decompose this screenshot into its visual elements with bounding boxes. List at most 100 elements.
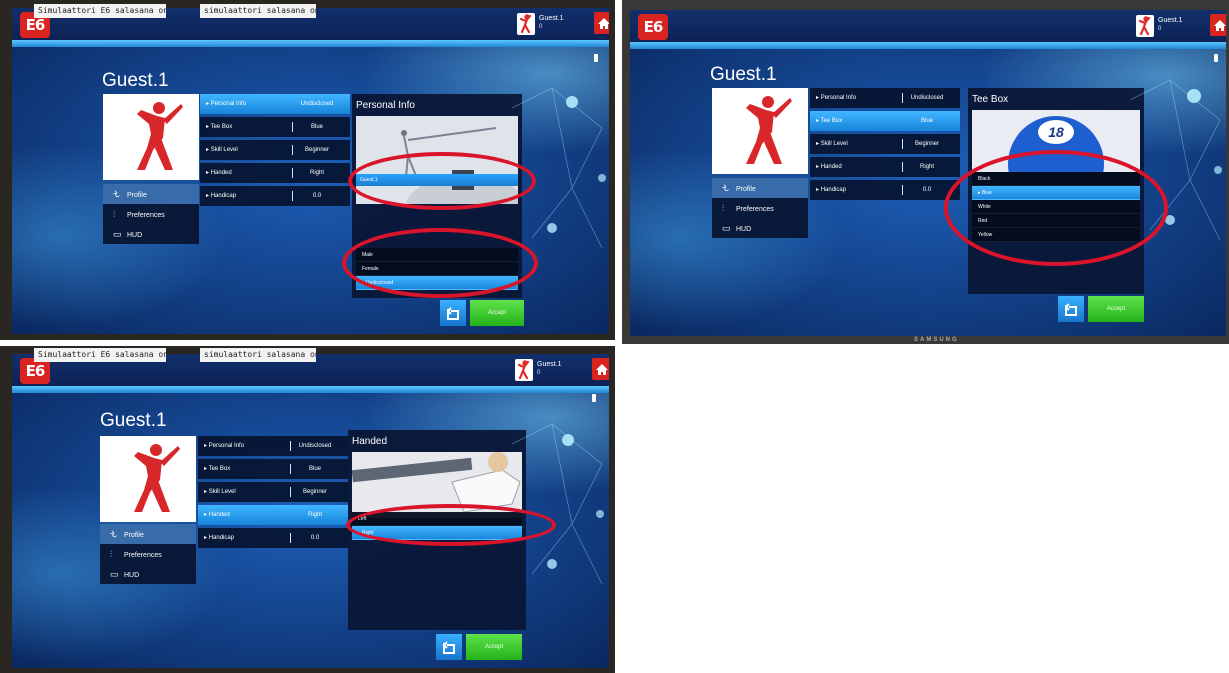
row-personal-info[interactable]: ▸ Personal Info Undisclosed xyxy=(810,88,960,108)
row-value: Undisclosed xyxy=(298,443,332,449)
window-title: Simulaattori E6 salasana on e6 xyxy=(34,348,166,362)
battery-icon xyxy=(594,54,598,62)
menu-item-profile[interactable]: 𐋆 Profile xyxy=(712,178,808,198)
menu-item-label: Preferences xyxy=(736,206,774,213)
battery-icon xyxy=(592,394,596,402)
battery-icon xyxy=(1214,54,1218,62)
row-tee-box[interactable]: ▸ Tee Box Blue xyxy=(810,111,960,131)
row-label: ▸ Personal Info xyxy=(816,95,857,101)
row-handed[interactable]: ▸ Handed Right xyxy=(810,157,960,177)
row-skill-level[interactable]: ▸ Skill Level Beginner xyxy=(200,140,350,160)
user-mini[interactable]: Guest.1 0 xyxy=(1136,15,1216,37)
row-label: ▸ Handed xyxy=(816,164,842,170)
menu-item-label: Profile xyxy=(127,192,147,199)
row-handicap[interactable]: ▸ Handicap 0.0 xyxy=(198,528,348,548)
menu-item-preferences[interactable]: ⫶ Preferences xyxy=(712,198,808,218)
row-label: ▸ Handed xyxy=(206,170,232,176)
profile-rows: ▸ Personal Info Undisclosed ▸ Tee Box Blue… xyxy=(198,436,348,551)
user-mini-name: Guest.1 xyxy=(537,361,562,368)
row-skill-level[interactable]: ▸ Skill Level Beginner xyxy=(810,134,960,154)
window-title: simulaattori salasana on tgc xyxy=(200,348,316,362)
accept-button[interactable]: Accept xyxy=(470,300,524,326)
row-tee-box[interactable]: ▸ Tee Box Blue xyxy=(198,459,348,479)
profile-rows: ▸ Personal Info Undisclosed ▸ Tee Box Blue… xyxy=(810,88,960,203)
ball-number: 18 xyxy=(1048,124,1064,140)
side-menu: 𐋆 Profile ⫶ Preferences ▭ HUD xyxy=(103,184,199,244)
panel-title: Tee Box xyxy=(972,94,1009,105)
row-label: ▸ Handed xyxy=(204,512,230,518)
back-arrow-icon[interactable] xyxy=(1058,296,1084,322)
row-value: Right xyxy=(309,170,324,176)
menu-item-profile[interactable]: 𐋆 Profile xyxy=(100,524,196,544)
row-label: ▸ Handicap xyxy=(206,193,237,199)
golfer-icon xyxy=(1136,15,1154,37)
back-arrow-icon[interactable] xyxy=(436,634,462,660)
menu-item-preferences[interactable]: ⫶ Preferences xyxy=(103,204,199,224)
row-personal-info[interactable]: ▸ Personal Info Undisclosed xyxy=(200,94,350,114)
accept-button[interactable]: Accept xyxy=(1088,296,1144,322)
home-icon[interactable] xyxy=(592,358,609,380)
row-value: 0.0 xyxy=(312,193,322,199)
row-label: ▸ Handicap xyxy=(204,535,235,541)
player-name: Guest.1 xyxy=(100,410,167,431)
menu-item-label: HUD xyxy=(124,572,140,579)
photo-2: E6 Guest.1 0 Guest.1 𐋆 Profile ⫶ Preferenc… xyxy=(622,0,1229,344)
sliders-icon: ⫶ xyxy=(722,203,725,213)
row-label: ▸ Tee Box xyxy=(816,118,843,124)
row-label: ▸ Personal Info xyxy=(204,443,245,449)
menu-item-hud[interactable]: ▭ HUD xyxy=(103,224,199,244)
accept-button[interactable]: Accept xyxy=(466,634,522,660)
golfer-icon xyxy=(100,436,196,522)
row-value: Blue xyxy=(920,118,933,124)
row-label: ▸ Personal Info xyxy=(206,101,247,107)
back-arrow-icon[interactable] xyxy=(440,300,466,326)
row-value: 0.0 xyxy=(310,535,320,541)
menu-item-hud[interactable]: ▭ HUD xyxy=(712,218,808,238)
annotation-circle xyxy=(944,150,1168,266)
panel-title: Personal Info xyxy=(356,100,415,111)
row-handicap[interactable]: ▸ Handicap 0.0 xyxy=(200,186,350,206)
row-value: Blue xyxy=(308,466,321,472)
top-stripe xyxy=(12,386,609,393)
e6-logo-icon: E6 xyxy=(638,14,668,40)
user-mini[interactable]: Guest.1 0 xyxy=(515,359,595,381)
user-mini[interactable]: Guest.1 0 xyxy=(517,13,597,35)
golfer-icon: 𐋆 xyxy=(110,529,118,539)
annotation-circle xyxy=(348,152,536,210)
row-value: Blue xyxy=(310,124,323,130)
home-icon[interactable] xyxy=(594,12,609,34)
row-label: ▸ Handicap xyxy=(816,187,847,193)
menu-item-profile[interactable]: 𐋆 Profile xyxy=(103,184,199,204)
row-label: ▸ Skill Level xyxy=(816,141,848,147)
row-tee-box[interactable]: ▸ Tee Box Blue xyxy=(200,117,350,137)
row-value: Beginner xyxy=(914,141,940,147)
monitor-brand: SAMSUNG xyxy=(914,337,959,343)
row-skill-level[interactable]: ▸ Skill Level Beginner xyxy=(198,482,348,502)
side-menu: 𐋆 Profile ⫶ Preferences ▭ HUD xyxy=(712,178,808,238)
user-mini-name: Guest.1 xyxy=(539,15,564,22)
composite-image: E6 Guest.1 0 Guest.1 𐋆 Profile ⫶ Preferenc… xyxy=(0,0,1229,673)
menu-item-hud[interactable]: ▭ HUD xyxy=(100,564,196,584)
window-title: simulaattori salasana on tgc xyxy=(200,4,316,18)
menu-item-label: Preferences xyxy=(124,552,162,559)
row-value: 0.0 xyxy=(922,187,932,193)
row-value: Undisclosed xyxy=(300,101,334,107)
golfer-icon xyxy=(712,88,808,174)
row-label: ▸ Tee Box xyxy=(206,124,233,130)
row-personal-info[interactable]: ▸ Personal Info Undisclosed xyxy=(198,436,348,456)
photo-3: E6 Guest.1 0 Guest.1 𐋆 Profile ⫶ Preferenc… xyxy=(0,346,615,673)
menu-item-label: HUD xyxy=(127,232,143,239)
row-handed[interactable]: ▸ Handed Right xyxy=(200,163,350,183)
player-name: Guest.1 xyxy=(102,70,169,91)
golfer-icon: 𐋆 xyxy=(722,183,730,193)
monitor-icon: ▭ xyxy=(110,569,119,579)
row-handicap[interactable]: ▸ Handicap 0.0 xyxy=(810,180,960,200)
row-handed[interactable]: ▸ Handed Right xyxy=(198,505,348,525)
home-icon[interactable] xyxy=(1210,14,1226,36)
monitor-icon: ▭ xyxy=(113,229,122,239)
row-value: Right xyxy=(307,512,322,518)
row-value: Right xyxy=(919,164,934,170)
golfer-icon xyxy=(517,13,535,35)
row-label: ▸ Tee Box xyxy=(204,466,231,472)
menu-item-preferences[interactable]: ⫶ Preferences xyxy=(100,544,196,564)
